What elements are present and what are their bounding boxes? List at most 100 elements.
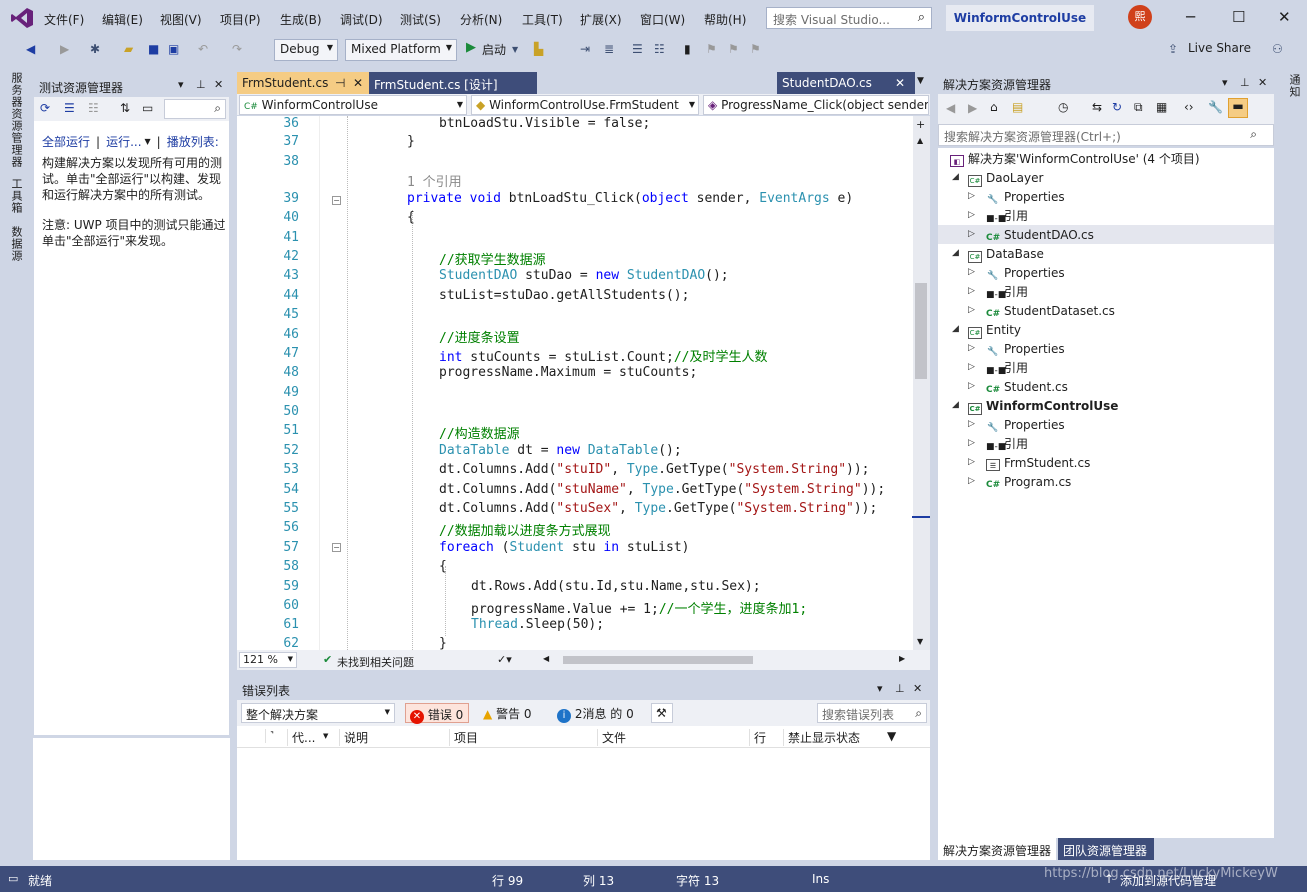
column-toggle[interactable]: ˺ <box>265 729 287 743</box>
editor-vertical-scrollbar[interactable]: + ▲ ▼ <box>913 116 930 650</box>
expander-icon[interactable]: ▷ <box>968 343 975 353</box>
pin-icon[interactable]: ⊣ <box>335 76 345 90</box>
refresh-icon[interactable]: ↻ <box>1112 100 1122 114</box>
expander-icon[interactable]: ▷ <box>968 210 975 220</box>
tree-project-entity[interactable]: C# Entity <box>968 321 1021 340</box>
tree-file-studentdao[interactable]: C# StudentDAO.cs <box>986 226 1094 245</box>
build-filter-button[interactable]: ⚒ <box>651 703 673 723</box>
column-project[interactable]: 项目 <box>449 729 597 746</box>
comment-icon[interactable]: ☰ <box>632 42 643 56</box>
tree-references[interactable]: ■-■引用 <box>986 207 1028 226</box>
close-icon[interactable]: ✕ <box>1278 8 1291 26</box>
close-icon[interactable]: ✕ <box>913 682 922 695</box>
run-link[interactable]: 运行... <box>106 133 141 150</box>
filter-icon[interactable]: ▼ <box>887 729 896 743</box>
tree-references[interactable]: ■-■引用 <box>986 435 1028 454</box>
expand-icon[interactable]: ⇅ <box>120 101 130 115</box>
dropdown-icon[interactable]: ▾ <box>877 682 883 695</box>
forward-icon[interactable]: ▶ <box>60 42 69 56</box>
chevron-down-icon[interactable]: ▼ <box>512 45 518 54</box>
class-combo[interactable]: ◆ WinformControlUse.FrmStudent ▼ <box>471 95 699 115</box>
expander-icon[interactable]: ◢ <box>952 248 959 258</box>
expander-icon[interactable]: ▷ <box>968 381 975 391</box>
column-description[interactable]: 说明 <box>339 729 449 746</box>
prev-bookmark-icon[interactable]: ⚑ <box>706 42 717 56</box>
close-icon[interactable]: ✕ <box>353 76 363 90</box>
menu-analyze[interactable]: 分析(N) <box>460 11 502 28</box>
data-sources-tab[interactable]: 数据源 <box>8 226 24 262</box>
menu-tools[interactable]: 工具(T) <box>522 11 563 28</box>
redo-icon[interactable]: ↷ <box>232 42 242 56</box>
config-select[interactable]: Debug ▼ <box>274 39 338 61</box>
column-file[interactable]: 文件 <box>597 729 749 746</box>
group-by-icon[interactable]: ☰ <box>64 101 75 115</box>
scroll-down-icon[interactable]: ▼ <box>917 637 923 646</box>
hierarchy-icon[interactable]: ☷ <box>88 101 99 115</box>
step-icon[interactable]: ⇥ <box>580 42 590 56</box>
expander-icon[interactable]: ▷ <box>968 267 975 277</box>
clear-bookmarks-icon[interactable]: ⚑ <box>750 42 761 56</box>
close-icon[interactable]: ✕ <box>214 78 223 91</box>
split-icon[interactable]: + <box>916 118 925 131</box>
show-all-files-icon[interactable]: ▦ <box>1156 100 1167 114</box>
tree-project-winformcontroluse[interactable]: C# WinformControlUse <box>968 397 1118 416</box>
tree-properties[interactable]: 🔧 Properties <box>986 264 1064 283</box>
scope-select[interactable]: 整个解决方案 ▼ <box>241 703 395 723</box>
issues-status[interactable]: 未找到相关问题 <box>337 654 414 670</box>
sync-icon[interactable]: ⇆ <box>1092 100 1102 114</box>
tree-properties[interactable]: 🔧 Properties <box>986 340 1064 359</box>
zoom-select[interactable]: 121 % ▼ <box>239 652 297 668</box>
expander-icon[interactable]: ▷ <box>968 191 975 201</box>
platform-select[interactable]: Mixed Platform ▼ <box>345 39 457 61</box>
pin-icon[interactable]: ⊥ <box>895 682 905 695</box>
expander-icon[interactable]: ▷ <box>968 229 975 239</box>
dropdown-icon[interactable]: ▾ <box>1222 76 1228 89</box>
tree-properties[interactable]: 🔧 Properties <box>986 416 1064 435</box>
expander-icon[interactable]: ▷ <box>968 438 975 448</box>
expander-icon[interactable]: ◢ <box>952 172 959 182</box>
member-combo[interactable]: ◈ ProgressName_Click(object sender <box>703 95 929 115</box>
menu-edit[interactable]: 编辑(E) <box>102 11 143 28</box>
tab-frmstudent-cs[interactable]: FrmStudent.cs ⊣ ✕ <box>237 72 369 94</box>
menu-debug[interactable]: 调试(D) <box>340 11 383 28</box>
menu-help[interactable]: 帮助(H) <box>704 11 746 28</box>
reference-count[interactable]: 1 个引用 <box>407 171 462 190</box>
properties-wrench-icon[interactable]: 🔧 <box>1208 100 1223 114</box>
error-search-input[interactable]: 搜索错误列表 ⌕ <box>817 703 927 723</box>
messages-filter-button[interactable]: i 2消息 的 0 <box>553 703 641 723</box>
column-suppression[interactable]: 禁止显示状态 <box>783 729 903 746</box>
horizontal-scroll-thumb[interactable] <box>563 656 753 664</box>
code-editor[interactable]: 36 37 38 39 40 41 42 43 44 45 46 47 48 4… <box>237 116 913 650</box>
tree-project-database[interactable]: C# DataBase <box>968 245 1044 264</box>
live-share-icon[interactable]: ⇪ <box>1168 42 1178 56</box>
save-all-icon[interactable]: ▣ <box>168 42 179 56</box>
expander-icon[interactable]: ▷ <box>968 286 975 296</box>
scroll-left-icon[interactable]: ◀ <box>543 654 549 663</box>
menu-extensions[interactable]: 扩展(X) <box>580 11 622 28</box>
pin-icon[interactable]: ⊥ <box>1240 76 1250 89</box>
live-share-button[interactable]: Live Share <box>1188 41 1251 55</box>
maximize-icon[interactable]: ☐ <box>1232 8 1245 26</box>
undo-icon[interactable]: ↶ <box>198 42 208 56</box>
tree-references[interactable]: ■-■引用 <box>986 359 1028 378</box>
open-folder-icon[interactable]: ▰ <box>124 42 133 56</box>
toolbox-tab[interactable]: 工具箱 <box>8 178 24 214</box>
menu-file[interactable]: 文件(F) <box>44 11 84 28</box>
start-play-icon[interactable]: ▶ <box>466 40 476 55</box>
tree-properties[interactable]: 🔧 Properties <box>986 188 1064 207</box>
menu-build[interactable]: 生成(B) <box>280 11 322 28</box>
home-icon[interactable]: ⌂ <box>990 100 998 114</box>
visual-studio-logo-icon[interactable] <box>10 7 34 29</box>
diagnostics-icon[interactable]: ▙ <box>534 42 543 56</box>
notifications-tab[interactable]: 通知 <box>1286 74 1302 98</box>
tab-frmstudent-designer[interactable]: FrmStudent.cs [设计] <box>369 72 537 94</box>
run-all-link[interactable]: 全部运行 <box>42 133 90 150</box>
playlist-link[interactable]: 播放列表: <box>167 133 219 150</box>
collapse-toggle-icon[interactable]: − <box>332 196 341 205</box>
tree-file-frmstudent[interactable]: ☰ FrmStudent.cs <box>986 454 1090 473</box>
errors-filter-button[interactable]: ✕ 错误 0 <box>405 703 469 724</box>
forward-icon[interactable]: ▶ <box>968 101 977 115</box>
expander-icon[interactable]: ▷ <box>968 362 975 372</box>
back-icon[interactable]: ◀ <box>26 42 35 56</box>
new-item-icon[interactable]: ✱ <box>90 42 100 56</box>
